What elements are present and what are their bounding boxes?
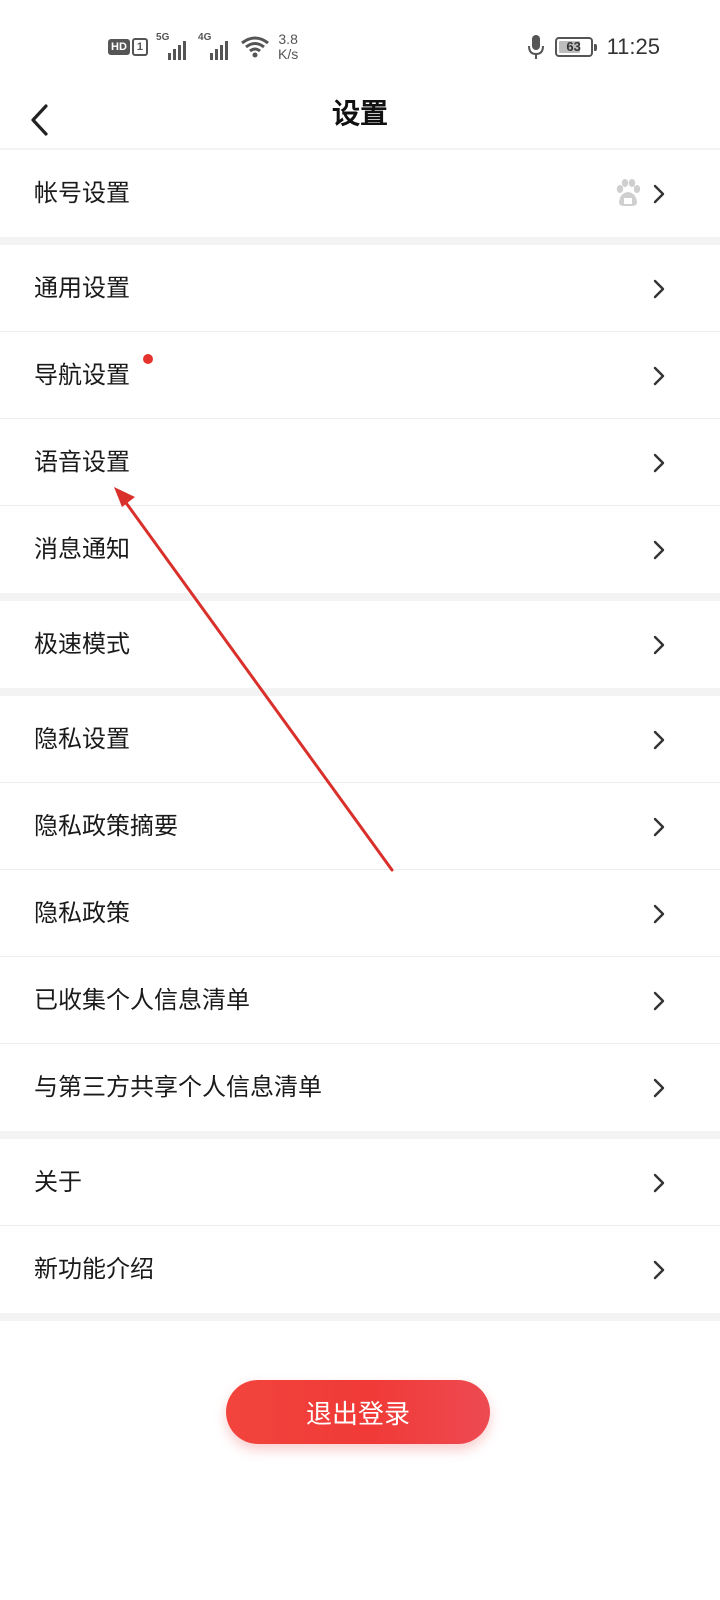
- new-badge-dot: [143, 354, 153, 364]
- section-gap: [0, 688, 720, 696]
- settings-item-label: 已收集个人信息清单: [34, 986, 250, 1014]
- section-gap: [0, 237, 720, 245]
- logout-button[interactable]: 退出登录: [226, 1380, 490, 1444]
- settings-item-label: 关于: [34, 1168, 82, 1196]
- settings-item-privacy-summary[interactable]: 隐私政策摘要: [0, 783, 720, 870]
- settings-item-label: 隐私设置: [34, 725, 130, 753]
- settings-item-privacy-settings[interactable]: 隐私设置: [0, 696, 720, 783]
- chevron-left-icon: [31, 104, 48, 136]
- chevron-right-icon: [653, 991, 665, 1011]
- status-time: 11:25: [606, 34, 660, 59]
- settings-item-shared-info[interactable]: 与第三方共享个人信息清单: [0, 1044, 720, 1131]
- back-button[interactable]: [28, 92, 68, 148]
- chevron-right-icon: [653, 730, 665, 750]
- settings-item-label: 通用设置: [34, 274, 130, 302]
- signal-4g-icon: 4G: [198, 32, 232, 60]
- status-bar: HD 1 5G 4G 3.8 K/s 63 11:25: [0, 0, 720, 92]
- network-speed-value: 3.8: [278, 31, 298, 47]
- section-gap: [0, 593, 720, 601]
- settings-item-about[interactable]: 关于: [0, 1139, 720, 1226]
- status-right: 63 11:25: [527, 30, 660, 64]
- page-title: 设置: [331, 97, 388, 130]
- chevron-right-icon: [653, 1078, 665, 1098]
- wifi-icon: [241, 36, 269, 58]
- chevron-right-icon: [653, 635, 665, 655]
- signal-5g-icon: 5G: [156, 32, 190, 60]
- settings-item-new-features[interactable]: 新功能介绍: [0, 1226, 720, 1313]
- chevron-right-icon: [653, 817, 665, 837]
- battery-level: 63: [566, 39, 581, 54]
- bottom-area: [0, 1321, 720, 1600]
- app-header: 设置: [0, 92, 720, 148]
- settings-item-label: 导航设置: [34, 361, 130, 389]
- settings-item-label: 消息通知: [34, 535, 130, 563]
- chevron-right-icon: [653, 184, 665, 204]
- settings-item-label: 新功能介绍: [34, 1255, 154, 1283]
- chevron-right-icon: [653, 904, 665, 924]
- status-left: HD 1 5G 4G 3.8 K/s: [108, 30, 298, 64]
- settings-item-navigation[interactable]: 导航设置: [0, 332, 720, 419]
- hd-label: HD: [108, 39, 130, 55]
- settings-item-label: 隐私政策: [34, 899, 130, 927]
- chevron-right-icon: [653, 366, 665, 386]
- settings-item-label: 与第三方共享个人信息清单: [34, 1073, 322, 1101]
- settings-item-collected-info[interactable]: 已收集个人信息清单: [0, 957, 720, 1044]
- settings-item-notifications[interactable]: 消息通知: [0, 506, 720, 593]
- chevron-right-icon: [653, 453, 665, 473]
- settings-item-label: 帐号设置: [34, 179, 130, 207]
- section-gap: [0, 1313, 720, 1321]
- settings-item-account[interactable]: 帐号设置: [0, 150, 720, 237]
- network-speed: 3.8 K/s: [278, 32, 298, 62]
- hd-volte-icon: HD 1: [108, 38, 149, 56]
- chevron-right-icon: [653, 540, 665, 560]
- section-gap: [0, 1131, 720, 1139]
- chevron-right-icon: [653, 1260, 665, 1280]
- chevron-right-icon: [653, 279, 665, 299]
- microphone-icon: [527, 35, 544, 59]
- battery-icon: 63: [554, 37, 597, 57]
- sim-label: 1: [131, 38, 149, 56]
- settings-item-privacy-policy[interactable]: 隐私政策: [0, 870, 720, 957]
- chevron-right-icon: [653, 1173, 665, 1193]
- settings-item-label: 隐私政策摘要: [34, 812, 178, 840]
- settings-item-voice[interactable]: 语音设置: [0, 419, 720, 506]
- network-speed-unit: K/s: [278, 46, 299, 62]
- settings-item-speed-mode[interactable]: 极速模式: [0, 601, 720, 688]
- settings-item-label: 极速模式: [34, 630, 130, 658]
- baidu-paw-icon: [616, 179, 641, 206]
- settings-item-label: 语音设置: [34, 448, 130, 476]
- settings-item-general[interactable]: 通用设置: [0, 245, 720, 332]
